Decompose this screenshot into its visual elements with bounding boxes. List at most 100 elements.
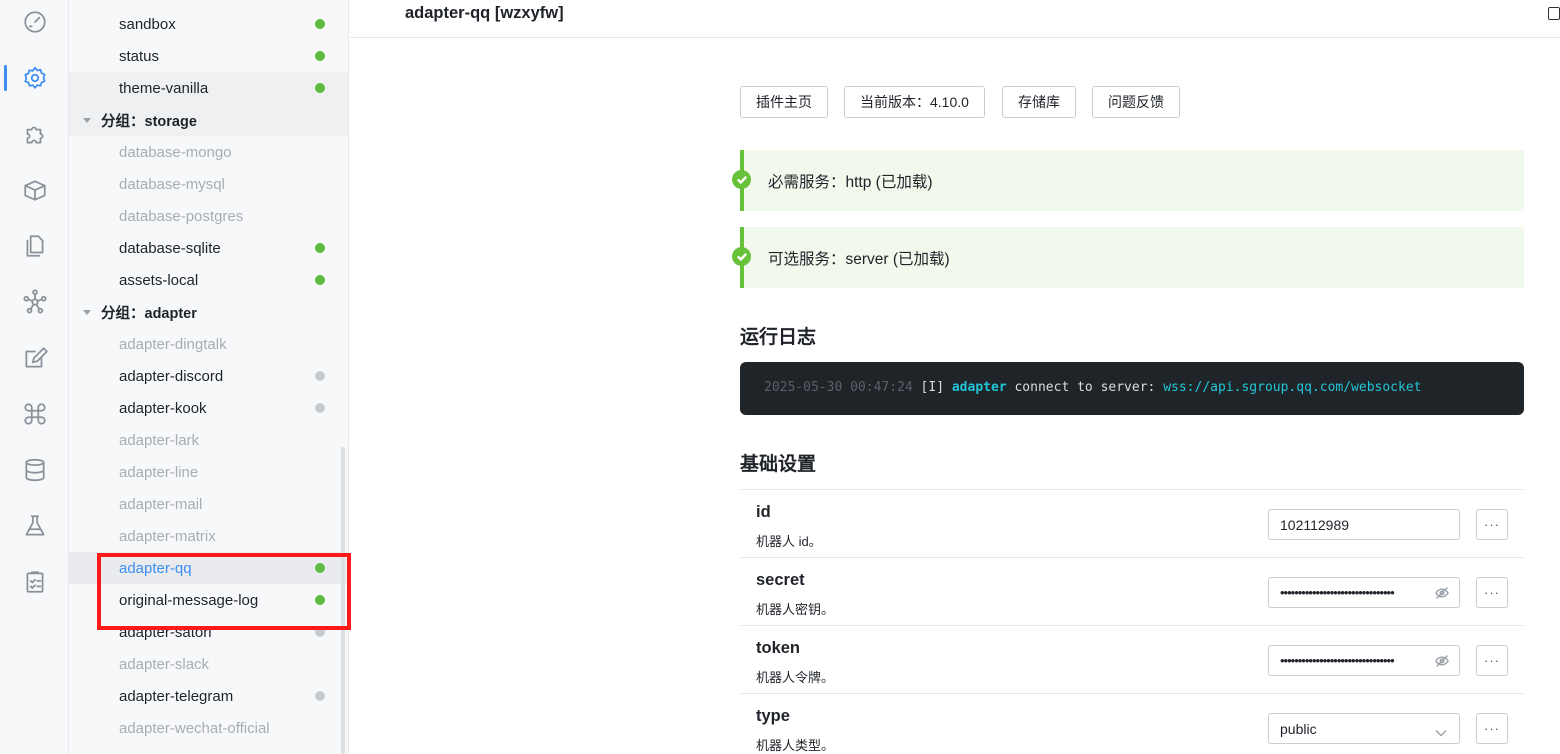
setting-row-token: token 机器人令牌。 •••••••••••••••••••••••••••… [740,626,1524,694]
status-dot [315,51,325,61]
tree-item-label: adapter-wechat-official [119,719,270,737]
tree-item-label: adapter-discord [119,367,224,385]
page-header: adapter-qq [wzxyfw] [350,0,1560,38]
activity-plugins[interactable] [0,114,69,154]
eye-off-icon[interactable] [1435,654,1449,668]
tree-group-storage[interactable]: 分组：storage [69,104,348,136]
highlight-annotation [97,553,351,630]
tree-group-label: 分组：storage [101,113,197,130]
activity-market[interactable] [0,170,69,210]
gear-icon [23,66,46,89]
secret-input[interactable]: •••••••••••••••••••••••••••••••• [1268,577,1460,608]
tree-item-assets-local[interactable]: assets-local [69,264,348,296]
status-dot [315,371,325,381]
package-icon [23,180,46,201]
activity-tasks[interactable] [0,562,69,602]
setting-key: token [756,639,801,657]
token-more-button[interactable]: ··· [1476,645,1508,676]
tree-item-sandbox[interactable]: sandbox [69,8,348,40]
chevron-down-icon [1435,724,1447,737]
command-icon [23,403,46,425]
activity-sandbox[interactable] [0,506,69,546]
tree-item-adapter-slack[interactable]: adapter-slack [69,648,348,680]
window-maximize-icon[interactable] [1548,7,1560,20]
type-select-value: public [1280,720,1317,737]
tree-item-label: adapter-dingtalk [119,335,227,353]
tree-item-database-mysql[interactable]: database-mysql [69,168,348,200]
tree-item-label: database-mongo [119,143,232,161]
activity-settings[interactable] [0,58,69,98]
optional-service-text: 可选服务：server (已加载) [768,250,950,268]
page-title: adapter-qq [wzxyfw] [405,4,564,22]
eye-off-icon[interactable] [1435,586,1449,600]
log-source: adapter [951,380,1007,395]
database-icon [24,458,45,482]
tree-group-label: 分组：adapter [101,305,197,322]
activity-commands[interactable] [0,394,69,434]
type-more-button[interactable]: ··· [1476,713,1508,744]
tree-item-adapter-wechat-official[interactable]: adapter-wechat-official [69,712,348,744]
activity-network[interactable] [0,282,69,322]
check-circle-icon [732,170,751,189]
activity-dashboard[interactable] [0,2,69,42]
tree-item-status[interactable]: status [69,40,348,72]
repository-button[interactable]: 存储库 [1002,86,1076,118]
id-input[interactable]: 102112989 [1268,509,1460,540]
activity-bar [0,0,69,754]
tree-item-database-postgres[interactable]: database-postgres [69,200,348,232]
token-input[interactable]: •••••••••••••••••••••••••••••••• [1268,645,1460,676]
plugin-homepage-button[interactable]: 插件主页 [740,86,828,118]
setting-row-type: type 机器人类型。 public ··· [740,694,1524,754]
setting-row-secret: secret 机器人密钥。 ••••••••••••••••••••••••••… [740,558,1524,626]
puzzle-icon [26,126,43,144]
status-dot [315,19,325,29]
tree-item-label: sandbox [119,15,176,33]
setting-description: 机器人密钥。 [756,602,835,617]
dashboard-icon [23,11,46,33]
optional-service-notice: 可选服务：server (已加载) [732,227,1524,288]
tree-item-label: adapter-lark [119,431,200,449]
tree-item-adapter-lark[interactable]: adapter-lark [69,424,348,456]
setting-key: secret [756,571,805,589]
caret-down-icon [83,117,91,123]
tree-item-theme-vanilla[interactable]: theme-vanilla [69,72,348,104]
status-dot [315,691,325,701]
setting-description: 机器人 id。 [756,534,822,549]
network-icon [23,289,46,314]
tree-item-adapter-matrix[interactable]: adapter-matrix [69,520,348,552]
secret-more-button[interactable]: ··· [1476,577,1508,608]
tree-item-adapter-telegram[interactable]: adapter-telegram [69,680,348,712]
required-service-notice: 必需服务：http (已加载) [732,150,1524,211]
settings-list: id 机器人 id。 102112989 ··· secret 机器人密钥。 •… [740,489,1524,754]
tree-item-label: database-postgres [119,207,244,225]
log-message: connect to server: [1014,380,1156,395]
log-url: wss://api.sgroup.qq.com/websocket [1163,380,1422,395]
required-service-text: 必需服务：http (已加载) [768,173,933,191]
tree-group-adapter[interactable]: 分组：adapter [69,296,348,328]
tree-item-adapter-discord[interactable]: adapter-discord [69,360,348,392]
tree-item-adapter-mail[interactable]: adapter-mail [69,488,348,520]
setting-description: 机器人类型。 [756,738,835,753]
version-button[interactable]: 当前版本：4.10.0 [844,86,985,118]
status-dot [315,243,325,253]
id-more-button[interactable]: ··· [1476,509,1508,540]
tree-item-database-mongo[interactable]: database-mongo [69,136,348,168]
tree-item-label: adapter-telegram [119,687,234,705]
plugin-tree: sandbox status theme-vanilla 分组：storage … [69,0,349,754]
activity-files[interactable] [0,226,69,266]
tree-item-adapter-line[interactable]: adapter-line [69,456,348,488]
activity-database[interactable] [0,450,69,490]
type-select[interactable]: public [1268,713,1460,744]
edit-icon [24,347,48,368]
status-dot [315,275,325,285]
token-input-value: •••••••••••••••••••••••••••••••• [1280,653,1395,668]
id-input-value: 102112989 [1280,516,1350,533]
status-dot [315,403,325,413]
setting-key: type [756,707,790,725]
tree-item-adapter-kook[interactable]: adapter-kook [69,392,348,424]
tree-item-label: theme-vanilla [119,79,209,97]
activity-edit[interactable] [0,338,69,378]
tree-item-database-sqlite[interactable]: database-sqlite [69,232,348,264]
feedback-button[interactable]: 问题反馈 [1092,86,1180,118]
tree-item-adapter-dingtalk[interactable]: adapter-dingtalk [69,328,348,360]
